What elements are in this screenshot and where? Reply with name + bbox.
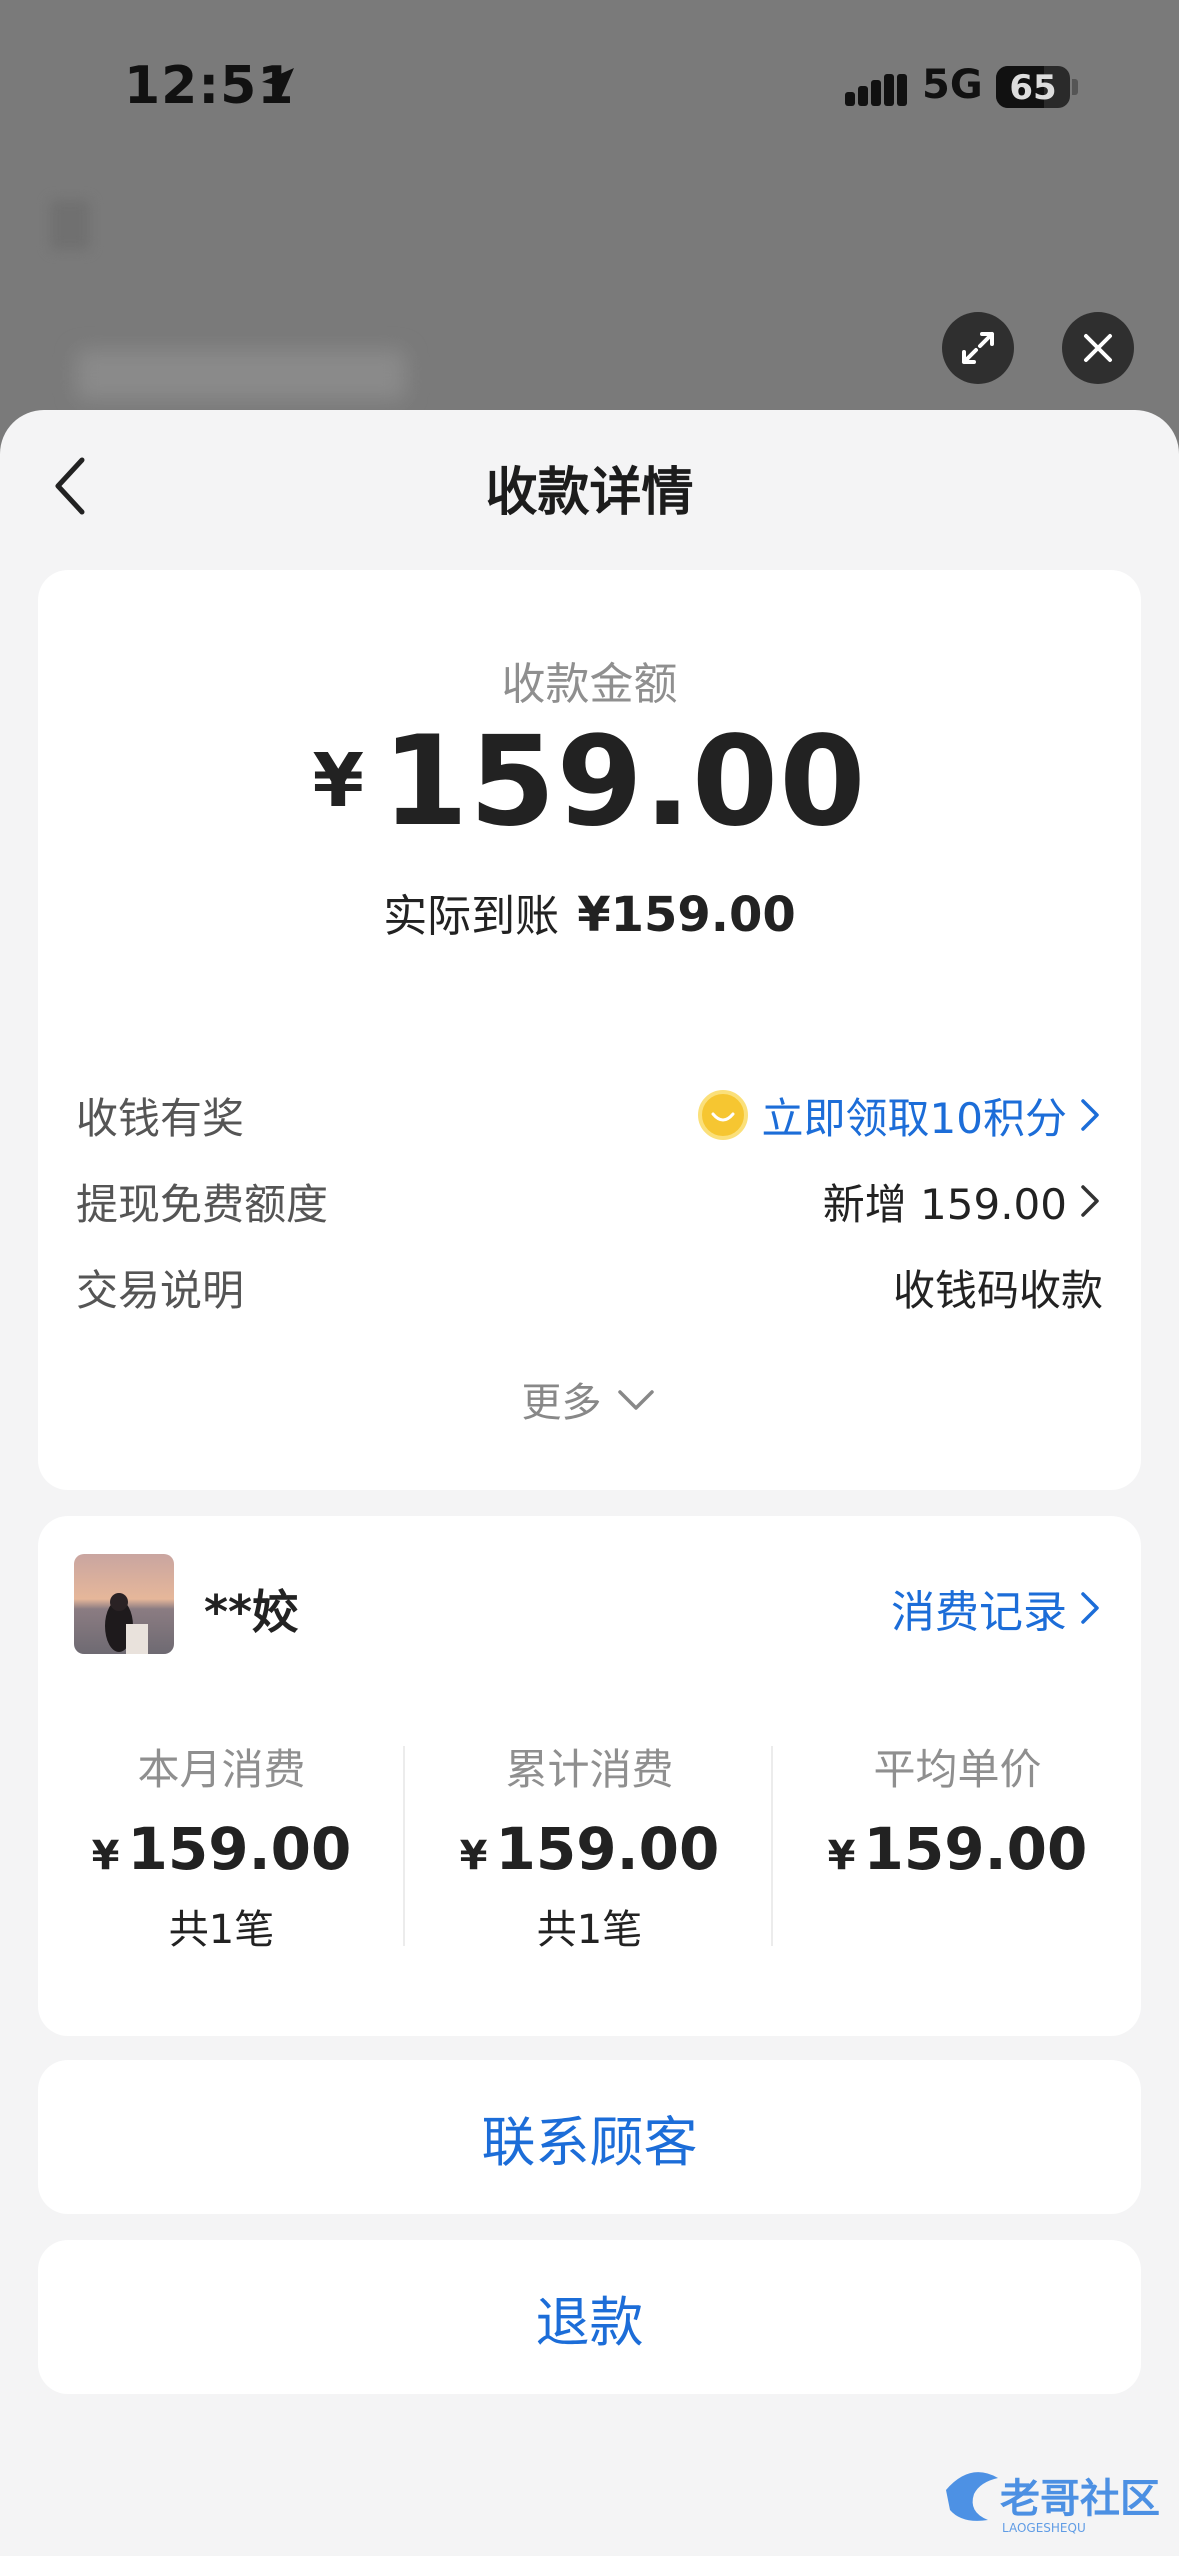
divider (403, 1746, 405, 1946)
page-title: 收款详情 (485, 463, 694, 523)
chevron-down-icon (617, 1390, 654, 1410)
svg-text:LAOGESHEQU: LAOGESHEQU (1002, 2521, 1086, 2535)
stat-count: 共1笔 (168, 1907, 275, 1953)
description-value: 收钱码收款 (892, 1265, 1103, 1315)
more-label: 更多 (521, 1380, 602, 1426)
currency-symbol: ¥ (91, 1833, 120, 1879)
avatar (74, 1554, 174, 1654)
stat-month: 本月消费 ¥159.00 共1笔 (38, 1736, 405, 1955)
stat-count: 共1笔 (536, 1907, 643, 1953)
actual-label: 实际到账 (383, 891, 560, 942)
expand-icon (962, 332, 994, 364)
detail-value: 新增 159.00 (823, 1171, 1103, 1232)
stat-amount: 159.00 (495, 1815, 720, 1883)
battery-percent: 65 (1009, 68, 1057, 108)
reward-value: 立即领取10积分 (761, 1093, 1067, 1143)
stat-label: 本月消费 (137, 1745, 306, 1794)
coin-icon (697, 1090, 748, 1140)
free-quota-value: 新增 159.00 (822, 1179, 1067, 1229)
reward-row[interactable]: 收钱有奖 立即领取10积分 (76, 1080, 1103, 1150)
stat-amount: 159.00 (127, 1815, 352, 1883)
network-type: 5G (922, 62, 983, 108)
contact-customer-button[interactable]: 联系顾客 (38, 2060, 1141, 2214)
background-blur (50, 200, 90, 250)
stat-value: ¥159.00 (38, 1815, 405, 1883)
stat-label: 平均单价 (873, 1745, 1042, 1794)
detail-label: 提现免费额度 (76, 1179, 329, 1229)
close-button[interactable] (1062, 312, 1134, 384)
detail-label: 收钱有奖 (76, 1093, 245, 1143)
status-bar: 12:51 5G 65 (0, 0, 1179, 170)
location-arrow-icon (262, 68, 294, 100)
stat-total: 累计消费 ¥159.00 共1笔 (406, 1736, 773, 1955)
background-blur (76, 350, 406, 400)
stat-value: ¥159.00 (774, 1815, 1141, 1883)
customer-name: **姣 (204, 1585, 299, 1639)
actual-received: 实际到账 ¥159.00 (38, 880, 1141, 944)
payment-detail-sheet: 收款详情 收款金额 ¥159.00 实际到账 ¥159.00 收钱有奖 立即领取1… (0, 410, 1179, 2556)
svg-text:老哥社区: 老哥社区 (1000, 2476, 1160, 2522)
currency-symbol: ¥ (459, 1833, 488, 1879)
currency-symbol: ¥ (312, 738, 364, 824)
divider (771, 1746, 773, 1946)
more-button[interactable]: 更多 (38, 1370, 1141, 1428)
currency-symbol: ¥ (827, 1833, 856, 1879)
expand-button[interactable] (942, 312, 1014, 384)
amount-label: 收款金额 (501, 659, 678, 710)
battery-icon: 65 (996, 66, 1078, 108)
description-row: 交易说明 收钱码收款 (76, 1252, 1103, 1322)
customer-card: **姣 消费记录 本月消费 ¥159.00 共1笔 累计消费 ¥159.00 共… (38, 1516, 1141, 2036)
watermark-logo: 老哥社区 LAOGESHEQU (946, 2472, 1160, 2535)
chevron-right-icon (1081, 1185, 1099, 1217)
free-quota-row[interactable]: 提现免费额度 新增 159.00 (76, 1166, 1103, 1236)
reward-link[interactable]: 立即领取10积分 (697, 1085, 1103, 1146)
payment-summary-card: 收款金额 ¥159.00 实际到账 ¥159.00 收钱有奖 立即领取10积分 提… (38, 570, 1141, 1490)
stat-value: ¥159.00 (406, 1815, 773, 1883)
stat-label: 累计消费 (505, 1745, 674, 1794)
chevron-right-icon (1081, 1592, 1099, 1624)
chevron-right-icon (1081, 1099, 1099, 1131)
records-label: 消费记录 (891, 1587, 1067, 1638)
signal-icon (845, 74, 907, 106)
consumption-records-link[interactable]: 消费记录 (891, 1576, 1103, 1640)
amount-value: 159.00 (381, 710, 867, 854)
detail-label: 交易说明 (76, 1265, 245, 1315)
close-icon (1084, 334, 1112, 362)
stat-amount: 159.00 (863, 1815, 1088, 1883)
actual-value: ¥159.00 (577, 887, 796, 943)
refund-button[interactable]: 退款 (38, 2240, 1141, 2394)
stat-average: 平均单价 ¥159.00 (774, 1736, 1141, 1883)
amount-display: ¥159.00 (38, 710, 1141, 854)
